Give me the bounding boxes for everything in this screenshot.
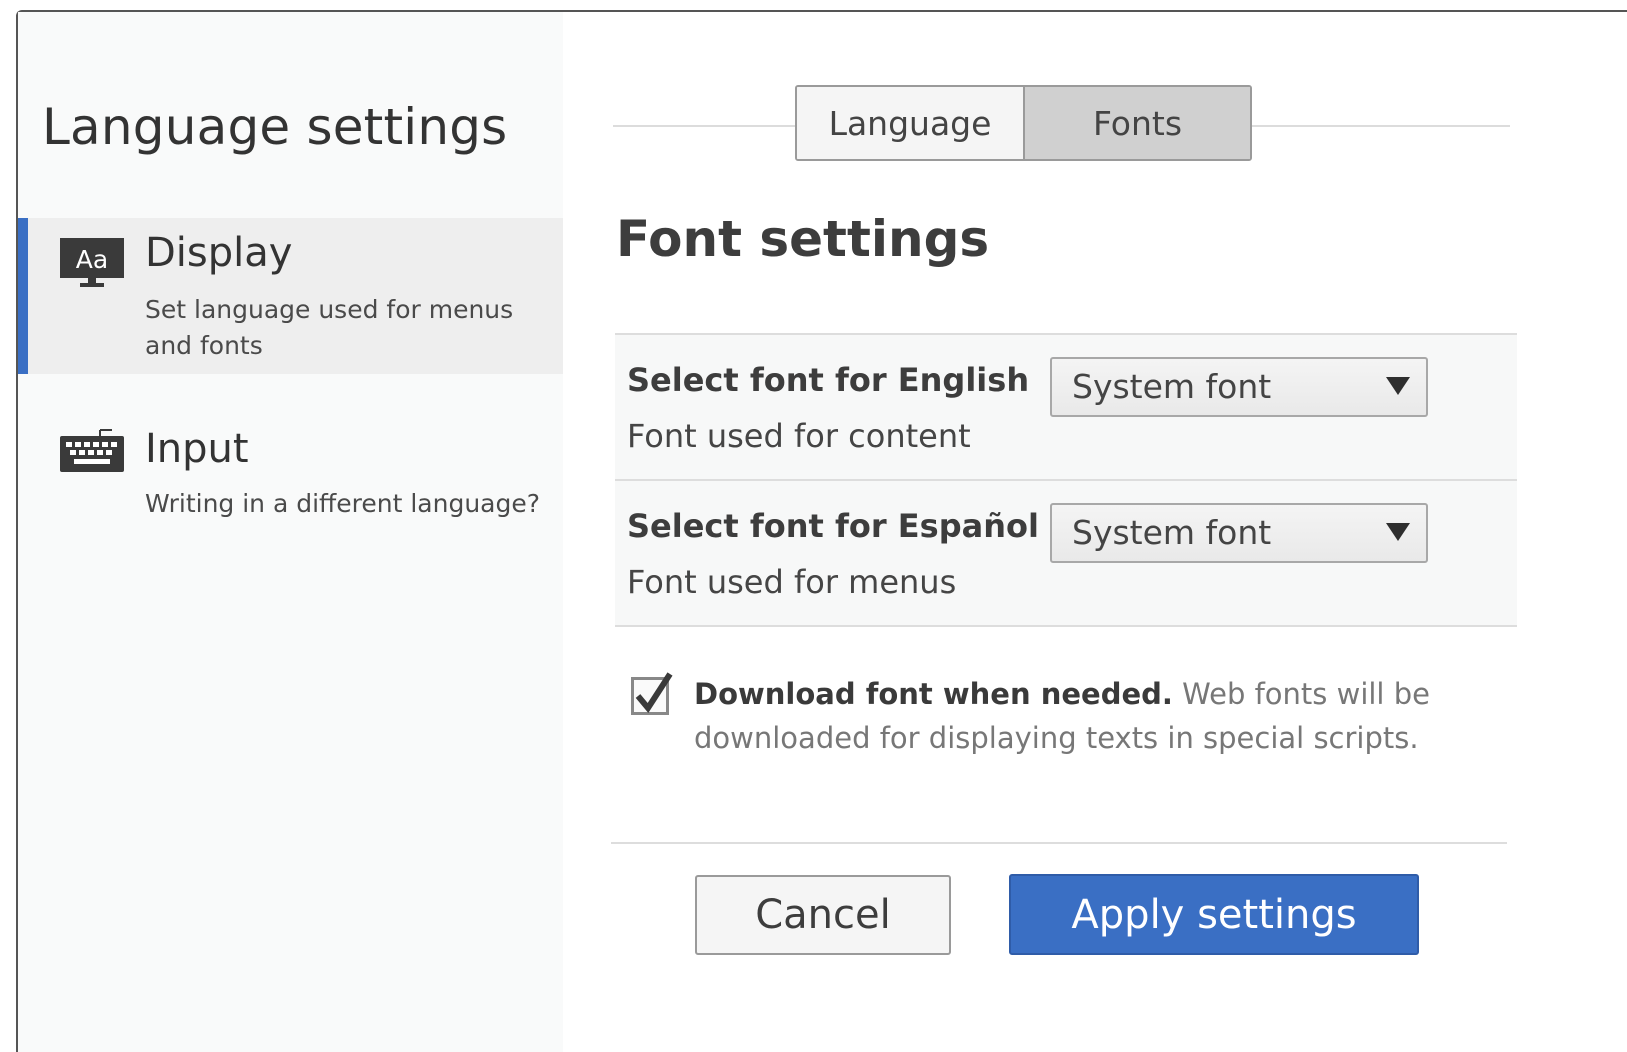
sidebar: Language settings Aa Display Set languag…: [18, 12, 563, 1052]
download-font-strong: Download font when needed.: [694, 677, 1173, 711]
tab-bar: Language Fonts: [795, 85, 1252, 161]
active-indicator: [18, 218, 28, 374]
espanol-font-select[interactable]: System font: [1050, 503, 1428, 563]
setting-description: Font used for content: [627, 417, 971, 455]
tab-language[interactable]: Language: [797, 87, 1025, 159]
sidebar-item-description: Set language used for menus and fonts: [145, 295, 514, 360]
footer-divider: [611, 842, 1507, 844]
sidebar-item-label: Display: [145, 230, 293, 276]
sidebar-item-description: Writing in a different language?: [145, 489, 541, 518]
sidebar-item-input[interactable]: Input Writing in a different language?: [18, 412, 563, 542]
download-font-checkbox[interactable]: [631, 672, 673, 715]
page-title: Font settings: [616, 210, 990, 268]
svg-text:Aa: Aa: [76, 245, 108, 274]
setting-label: Select font for English: [627, 361, 1030, 399]
tab-divider-right: [1252, 125, 1510, 127]
keyboard-icon: [60, 428, 124, 478]
select-value: System font: [1072, 367, 1272, 406]
select-value: System font: [1072, 513, 1272, 552]
language-settings-dialog: Language settings Aa Display Set languag…: [16, 10, 1627, 1052]
download-font-label: Download font when needed. Web fonts wil…: [694, 672, 1454, 760]
sidebar-title: Language settings: [42, 98, 508, 156]
cancel-button[interactable]: Cancel: [695, 875, 951, 955]
main-panel: Language Fonts Font settings Select font…: [563, 12, 1627, 1052]
display-icon: Aa: [60, 238, 124, 292]
dropdown-arrow-icon: [1386, 523, 1410, 541]
checkmark-icon: [635, 672, 673, 714]
dropdown-arrow-icon: [1386, 377, 1410, 395]
sidebar-item-display[interactable]: Aa Display Set language used for menus a…: [18, 218, 563, 374]
apply-settings-button[interactable]: Apply settings: [1009, 874, 1419, 955]
tab-fonts[interactable]: Fonts: [1025, 87, 1250, 159]
font-settings-table: Select font for English Font used for co…: [615, 333, 1517, 627]
sidebar-item-label: Input: [145, 426, 249, 472]
setting-row-english: Select font for English Font used for co…: [615, 335, 1517, 481]
tab-divider-left: [613, 125, 795, 127]
setting-label: Select font for Español: [627, 507, 1039, 545]
setting-row-espanol: Select font for Español Font used for me…: [615, 481, 1517, 627]
english-font-select[interactable]: System font: [1050, 357, 1428, 417]
setting-description: Font used for menus: [627, 563, 957, 601]
